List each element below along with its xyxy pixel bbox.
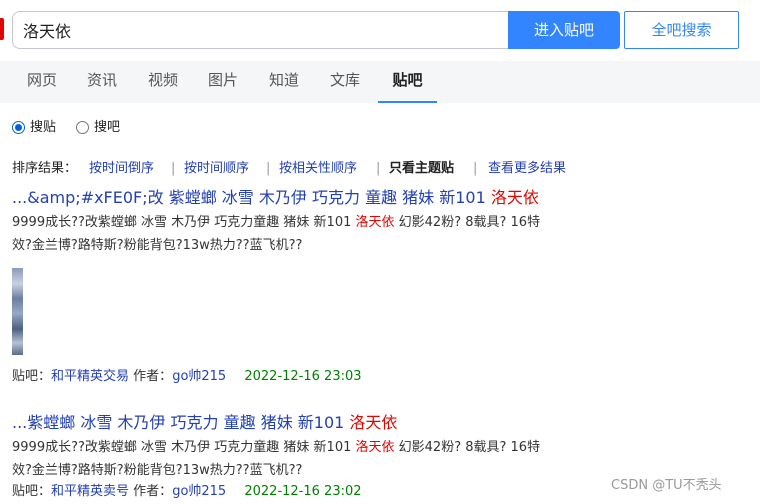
bar-label: 贴吧： (12, 484, 52, 499)
tab-video[interactable]: 视频 (148, 61, 178, 103)
csdn-watermark: CSDN @TU不秃头 (611, 478, 722, 493)
result-meta: 贴吧：和平精英卖号 作者：go帅215 2022-12-16 23:02 (12, 483, 362, 501)
more-results-link[interactable]: 查看更多结果 (488, 160, 566, 178)
bar-label: 贴吧： (12, 369, 52, 384)
tab-web[interactable]: 网页 (27, 61, 57, 103)
search-vertical-tabs: 网页 资讯 视频 图片 知道 文库 贴吧 (0, 61, 760, 103)
baidu-logo-edge (0, 18, 4, 40)
author-label: 作者： (133, 484, 173, 499)
author-link[interactable]: go帅215 (172, 369, 226, 384)
tab-wenku[interactable]: 文库 (330, 61, 360, 103)
snippet-line: 效?金兰博?路特斯?粉能背包?13w热力??蓝飞机?? (12, 463, 303, 478)
result-title-highlight: 洛天依 (349, 413, 398, 432)
result-title-link[interactable]: ...紫螳螂 冰雪 木乃伊 巧克力 童趣 猪妹 新101 洛天依 (12, 412, 397, 434)
bar-name-link[interactable]: 和平精英卖号 (51, 484, 129, 499)
bar-name-link[interactable]: 和平精英交易 (51, 369, 129, 384)
tab-tieba[interactable]: 贴吧 (378, 61, 437, 103)
sort-separator: | (171, 161, 176, 176)
snippet-text: 幻影42粉? 8载具? 16特 (394, 440, 541, 455)
snippet-line: 9999成长??改紫螳螂 冰雪 木乃伊 巧克力童趣 猪妹 新101 洛天依 幻影… (12, 211, 602, 234)
author-label: 作者： (133, 369, 173, 384)
snippet-line: 9999成长??改紫螳螂 冰雪 木乃伊 巧克力童趣 猪妹 新101 洛天依 幻影… (12, 436, 602, 459)
snippet-text: 幻影42粉? 8载具? 16特 (394, 215, 541, 230)
sort-time-asc-link[interactable]: 按时间顺序 (184, 160, 249, 178)
tab-zhidao[interactable]: 知道 (269, 61, 299, 103)
snippet-line: 效?金兰博?路特斯?粉能背包?13w热力??蓝飞机?? (12, 238, 303, 253)
result-title-link[interactable]: ...&amp;#xFE0F;改 紫螳螂 冰雪 木乃伊 巧克力 童趣 猪妹 新1… (12, 187, 539, 209)
author-link[interactable]: go帅215 (172, 484, 226, 499)
snippet-highlight: 洛天依 (355, 215, 395, 230)
snippet-highlight: 洛天依 (355, 440, 395, 455)
radio-search-bars-label[interactable]: 搜吧 (94, 119, 120, 137)
tab-images[interactable]: 图片 (208, 61, 238, 103)
radio-search-posts-label[interactable]: 搜贴 (30, 119, 56, 137)
sort-separator: | (473, 161, 478, 176)
post-date: 2022-12-16 23:02 (244, 484, 362, 499)
snippet-text: 9999成长??改紫螳螂 冰雪 木乃伊 巧克力童趣 猪妹 新101 (12, 440, 356, 455)
tab-news[interactable]: 资讯 (87, 61, 117, 103)
sort-time-desc-link[interactable]: 按时间倒序 (89, 160, 154, 178)
result-snippet: 9999成长??改紫螳螂 冰雪 木乃伊 巧克力童趣 猪妹 新101 洛天依 幻影… (12, 211, 602, 257)
sort-separator: | (376, 161, 381, 176)
sort-relevance-link[interactable]: 按相关性顺序 (279, 160, 357, 178)
all-tieba-search-button[interactable]: 全吧搜索 (624, 11, 739, 49)
result-title-text: ...&amp;#xFE0F;改 紫螳螂 冰雪 木乃伊 巧克力 童趣 猪妹 新1… (12, 188, 491, 207)
snippet-text: 9999成长??改紫螳螂 冰雪 木乃伊 巧克力童趣 猪妹 新101 (12, 215, 356, 230)
radio-search-posts[interactable] (12, 121, 25, 134)
result-snippet: 9999成长??改紫螳螂 冰雪 木乃伊 巧克力童趣 猪妹 新101 洛天依 幻影… (12, 436, 602, 482)
enter-tieba-button[interactable]: 进入贴吧 (508, 11, 620, 49)
post-date: 2022-12-16 23:03 (244, 369, 362, 384)
result-title-highlight: 洛天依 (490, 188, 539, 207)
radio-search-bars[interactable] (76, 121, 89, 134)
search-input[interactable] (12, 11, 508, 49)
result-meta: 贴吧：和平精英交易 作者：go帅215 2022-12-16 23:03 (12, 368, 362, 386)
sort-separator: | (266, 161, 271, 176)
result-title-text: ...紫螳螂 冰雪 木乃伊 巧克力 童趣 猪妹 新101 (12, 413, 350, 432)
only-topic-posts[interactable]: 只看主题贴 (389, 160, 454, 178)
result-thumbnail-image[interactable] (12, 268, 23, 355)
sort-label: 排序结果： (12, 161, 78, 176)
